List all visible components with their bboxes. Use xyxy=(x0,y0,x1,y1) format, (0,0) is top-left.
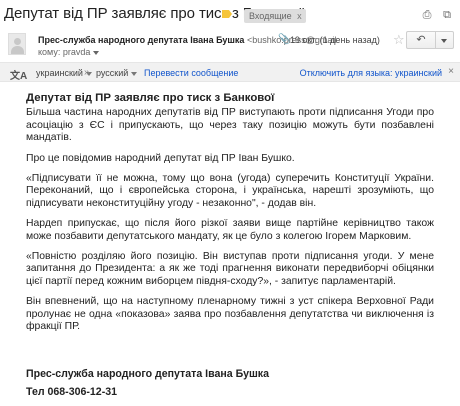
body-paragraph: Більша частина народних депутатів від ПР… xyxy=(26,107,434,144)
body-paragraph: Він впевнений, що на наступному пленарно… xyxy=(26,296,434,333)
attachment-icon: 📎 xyxy=(278,34,291,45)
disable-translation-link[interactable]: Отключить для языка: украинский xyxy=(300,68,442,78)
body-paragraph: Про це повідомив народний депутат від ПР… xyxy=(26,152,295,164)
arrow-right-icon: » xyxy=(84,67,90,78)
translate-icon: 文A xyxy=(10,71,28,82)
details-dropdown-icon[interactable] xyxy=(93,50,100,55)
body-paragraph: «Повністю розділяю його позицію. Він вис… xyxy=(26,251,434,287)
signature-name: Прес-служба народного депутата Івана Буш… xyxy=(26,368,269,380)
translate-bar: 文A украинский » русский Перевести сообще… xyxy=(0,62,460,82)
body-paragraph: Нардеп припускає, що після його різкої з… xyxy=(26,218,434,242)
message-body: Депутат від ПР заявляє про тиск з Банков… xyxy=(26,92,434,342)
reply-button[interactable]: ↶ xyxy=(406,31,436,49)
recipient-text: кому: pravda xyxy=(38,47,91,57)
subject-row: Депутат від ПР заявляє про тиск з Банков… xyxy=(0,0,460,28)
top-icons: ⎙ ⧉ xyxy=(420,9,454,21)
sender-name[interactable]: Прес-служба народного депутата Івана Буш… xyxy=(38,35,244,45)
more-actions-button[interactable] xyxy=(436,31,454,49)
inbox-label-text: Входящие xyxy=(249,11,292,21)
target-language-value: русский xyxy=(96,68,129,78)
avatar xyxy=(8,33,26,55)
reply-group: ↶ xyxy=(406,31,454,49)
target-language-select[interactable]: русский xyxy=(96,68,138,78)
message-date: 19 окт. (1 день назад) xyxy=(290,35,380,45)
close-icon[interactable]: × xyxy=(448,66,454,77)
body-title: Депутат від ПР заявляє про тиск з Банков… xyxy=(26,92,275,104)
translate-message-link[interactable]: Перевести сообщение xyxy=(144,68,238,78)
remove-label-icon[interactable]: x xyxy=(297,9,302,23)
chevron-down-icon xyxy=(131,71,138,76)
star-icon[interactable]: ☆ xyxy=(393,32,405,48)
signature: Прес-служба народного депутата Івана Буш… xyxy=(26,365,269,401)
new-window-icon[interactable]: ⧉ xyxy=(440,9,454,21)
signature-phone: Тел 068-306-12-31 xyxy=(26,386,118,398)
print-icon[interactable]: ⎙ xyxy=(420,9,434,21)
body-paragraph: «Підписувати її не можна, тому що вона (… xyxy=(26,173,434,209)
recipient-line[interactable]: кому: pravda xyxy=(38,47,100,57)
inbox-label-badge[interactable]: Входящие x xyxy=(244,9,306,23)
source-language-value: украинский xyxy=(36,68,83,78)
